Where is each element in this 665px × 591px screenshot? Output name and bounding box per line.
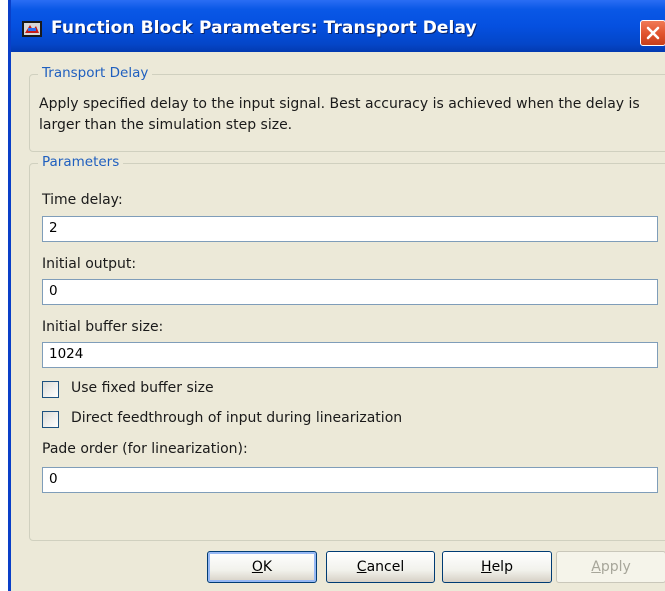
apply-mnemonic: A xyxy=(591,559,601,575)
ok-button[interactable]: OK xyxy=(207,551,317,583)
close-icon xyxy=(646,26,660,40)
apply-button: Apply xyxy=(556,551,665,583)
window-title: Function Block Parameters: Transport Del… xyxy=(51,18,477,38)
use-fixed-buffer-checkbox[interactable] xyxy=(42,381,59,398)
time-delay-label: Time delay: xyxy=(42,192,123,208)
cancel-mnemonic: C xyxy=(356,559,367,575)
initial-buffer-size-input[interactable]: 1024 xyxy=(42,342,658,368)
use-fixed-buffer-label: Use fixed buffer size xyxy=(71,380,214,396)
initial-buffer-size-label: Initial buffer size: xyxy=(42,319,164,335)
ok-mnemonic: O xyxy=(251,559,263,575)
simulink-block-icon xyxy=(21,20,43,38)
apply-label-rest: pply xyxy=(600,559,631,575)
time-delay-input[interactable]: 2 xyxy=(42,216,658,242)
dialog-window: Function Block Parameters: Transport Del… xyxy=(8,0,665,591)
block-description: Apply specified delay to the input signa… xyxy=(39,96,640,133)
help-mnemonic: H xyxy=(481,559,492,575)
ok-label-rest: K xyxy=(262,559,273,575)
help-button[interactable]: Help xyxy=(442,551,552,583)
initial-output-label: Initial output: xyxy=(42,256,137,272)
direct-feedthrough-option[interactable]: Direct feedthrough of input during linea… xyxy=(42,410,542,431)
title-bar[interactable]: Function Block Parameters: Transport Del… xyxy=(11,0,665,52)
use-fixed-buffer-option[interactable]: Use fixed buffer size xyxy=(42,380,342,401)
direct-feedthrough-checkbox[interactable] xyxy=(42,411,59,428)
pade-order-label: Pade order (for linearization): xyxy=(42,441,248,457)
help-label-rest: elp xyxy=(491,559,513,575)
cancel-label-rest: ancel xyxy=(366,559,405,575)
cancel-button[interactable]: Cancel xyxy=(326,551,435,583)
group-title-transport-delay: Transport Delay xyxy=(38,65,153,81)
pade-order-input[interactable]: 0 xyxy=(42,467,658,493)
close-button[interactable] xyxy=(640,20,665,46)
group-title-parameters: Parameters xyxy=(38,154,124,170)
initial-output-input[interactable]: 0 xyxy=(42,279,658,305)
direct-feedthrough-label: Direct feedthrough of input during linea… xyxy=(71,410,403,426)
